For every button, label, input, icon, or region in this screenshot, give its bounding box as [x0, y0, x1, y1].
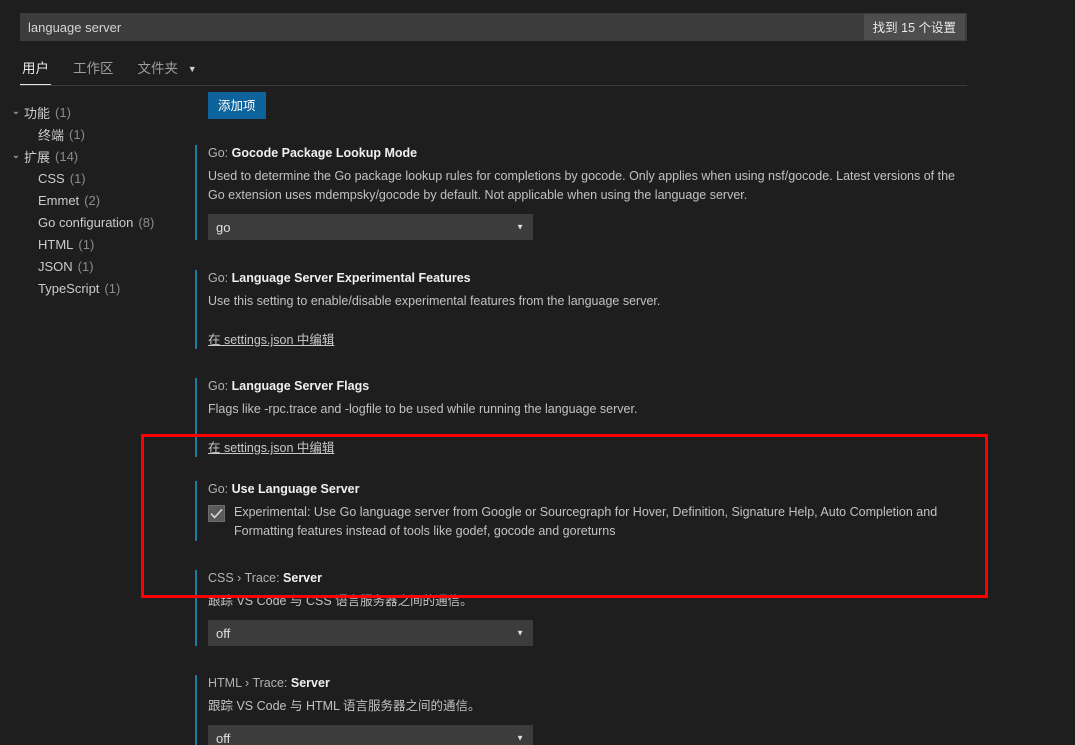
setting-title: HTML › Trace: Server [208, 675, 970, 692]
setting-category: Go: [208, 379, 232, 393]
dropdown-value: off [216, 625, 231, 641]
toc-item-label: 功能 [24, 105, 51, 121]
toc-item-count: (14) [55, 148, 79, 164]
toc-item-label: Go configuration [38, 214, 134, 230]
setting-accent-bar [195, 481, 197, 541]
dropdown-value: off [216, 730, 231, 745]
toc-item-count: (1) [104, 280, 121, 296]
setting-name: Gocode Package Lookup Mode [231, 146, 418, 160]
tab-workspace[interactable]: 工作区 [71, 55, 116, 85]
setting-row-language-server-flags: Go: Language Server Flags Flags like -rp… [195, 378, 970, 457]
toc-item-count: (2) [84, 192, 101, 208]
setting-title: Go: Language Server Flags [208, 378, 970, 395]
toc-item-label: Emmet [38, 192, 80, 208]
toc-item-count: (1) [78, 236, 95, 252]
chevron-down-icon: ▼ [516, 628, 524, 638]
setting-title: Go: Language Server Experimental Feature… [208, 270, 970, 287]
use-language-server-checkbox[interactable] [208, 505, 225, 522]
setting-name: Use Language Server [231, 482, 360, 496]
setting-accent-bar [195, 378, 197, 457]
setting-description: 跟踪 VS Code 与 CSS 语言服务器之间的通信。 [208, 594, 473, 608]
checkbox-label: Experimental: Use Go language server fro… [234, 505, 938, 538]
setting-row-html-trace-server: HTML › Trace: Server 跟踪 VS Code 与 HTML 语… [195, 675, 970, 745]
use-language-server-checkbox-row[interactable]: Experimental: Use Go language server fro… [208, 503, 970, 541]
gocode-package-lookup-mode-dropdown[interactable]: go ▼ [208, 214, 533, 240]
toc-item-count: (8) [138, 214, 155, 230]
setting-accent-bar [195, 570, 197, 646]
setting-category: Go: [208, 271, 232, 285]
toc-item-label: 终端 [38, 127, 65, 143]
setting-description: Used to determine the Go package lookup … [208, 169, 955, 202]
setting-description: 跟踪 VS Code 与 HTML 语言服务器之间的通信。 [208, 699, 481, 713]
setting-title: CSS › Trace: Server [208, 570, 970, 587]
tabs-divider [20, 85, 967, 86]
toc-item-label: 扩展 [24, 149, 51, 165]
setting-row-language-server-experimental-features: Go: Language Server Experimental Feature… [195, 270, 970, 349]
edit-in-settings-json-link[interactable]: 在 settings.json 中编辑 [208, 329, 334, 348]
html-trace-server-dropdown[interactable]: off ▼ [208, 725, 533, 745]
setting-title: Go: Use Language Server [208, 481, 970, 498]
setting-row-gocode-package-lookup-mode: Go: Gocode Package Lookup Mode Used to d… [195, 145, 970, 240]
toc-item-css[interactable]: CSS (1) [0, 167, 190, 189]
tab-user[interactable]: 用户 [20, 55, 51, 85]
settings-scope-tabs: 用户 工作区 文件夹 ▼ [20, 55, 199, 85]
toc-item-label: JSON [38, 258, 73, 274]
chevron-down-icon[interactable]: ▼ [188, 64, 197, 74]
toc-item-count: (1) [77, 258, 94, 274]
chevron-down-icon: ▼ [516, 733, 524, 743]
setting-name: Server [290, 676, 330, 690]
setting-description: Flags like -rpc.trace and -logfile to be… [208, 402, 638, 416]
edit-in-settings-json-link[interactable]: 在 settings.json 中编辑 [208, 437, 334, 456]
toc-item-html[interactable]: HTML (1) [0, 233, 190, 255]
setting-category: Go: [208, 146, 232, 160]
setting-description: Use this setting to enable/disable exper… [208, 294, 661, 308]
toc-item-label: HTML [38, 236, 74, 252]
add-item-button[interactable]: 添加项 [208, 92, 266, 119]
toc-item-label: CSS [38, 170, 65, 186]
toc-item-count: (1) [69, 126, 85, 142]
tab-folder-label: 文件夹 [137, 61, 179, 76]
setting-category: CSS › Trace: [208, 571, 284, 585]
settings-search-bar[interactable]: 找到 15 个设置 [20, 13, 967, 41]
setting-accent-bar [195, 270, 197, 349]
toc-item-go-configuration[interactable]: Go configuration (8) [0, 211, 190, 233]
dropdown-value: go [216, 219, 231, 235]
setting-accent-bar [195, 675, 197, 745]
toc-item-count: (1) [69, 170, 86, 186]
setting-accent-bar [195, 145, 197, 240]
tab-user-label: 用户 [22, 61, 49, 76]
tab-folder[interactable]: 文件夹 ▼ [136, 55, 199, 85]
setting-title: Go: Gocode Package Lookup Mode [208, 145, 970, 162]
search-input[interactable] [20, 13, 864, 41]
setting-category: HTML › Trace: [208, 676, 291, 690]
settings-list[interactable]: 添加项 Go: Gocode Package Lookup Mode Used … [195, 92, 985, 745]
setting-category: Go: [208, 482, 232, 496]
chevron-down-icon[interactable]: ⌄ [8, 107, 24, 117]
toc-item-count: (1) [55, 104, 71, 120]
setting-row-css-trace-server: CSS › Trace: Server 跟踪 VS Code 与 CSS 语言服… [195, 570, 970, 646]
chevron-down-icon[interactable]: ⌄ [8, 151, 24, 161]
toc-item-json[interactable]: JSON (1) [0, 255, 190, 277]
toc-item-terminal[interactable]: 终端 (1) [0, 123, 190, 145]
results-count-badge: 找到 15 个设置 [863, 14, 965, 40]
toc-item-features[interactable]: ⌄ 功能 (1) [0, 101, 190, 123]
settings-toc: ⌄ 功能 (1) 终端 (1) ⌄ 扩展 (14) CSS (1) Emmet … [0, 98, 190, 299]
toc-item-emmet[interactable]: Emmet (2) [0, 189, 190, 211]
setting-row-use-language-server: Go: Use Language Server Experimental: Us… [195, 481, 970, 541]
toc-item-label: TypeScript [38, 280, 100, 296]
tab-workspace-label: 工作区 [73, 61, 114, 76]
toc-item-typescript[interactable]: TypeScript (1) [0, 277, 190, 299]
setting-name: Language Server Experimental Features [231, 271, 471, 285]
setting-name: Server [283, 571, 322, 585]
css-trace-server-dropdown[interactable]: off ▼ [208, 620, 533, 646]
chevron-down-icon: ▼ [516, 222, 524, 232]
check-icon [210, 508, 223, 519]
toc-item-extensions[interactable]: ⌄ 扩展 (14) [0, 145, 190, 167]
setting-name: Language Server Flags [231, 379, 370, 393]
